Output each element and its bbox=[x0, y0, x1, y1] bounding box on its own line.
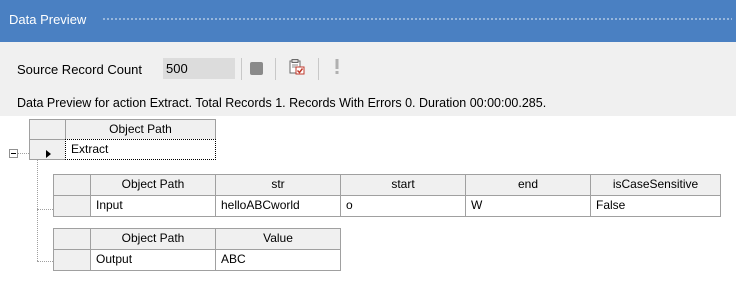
toolbar-separator bbox=[241, 58, 242, 80]
row-header-corner bbox=[53, 174, 91, 196]
table-cell-str[interactable]: helloABCworld bbox=[215, 195, 341, 217]
exclamation-icon[interactable] bbox=[333, 58, 341, 76]
root-row-cell[interactable]: Extract bbox=[65, 139, 216, 160]
column-header-object-path[interactable]: Object Path bbox=[90, 174, 216, 196]
toolbar-separator bbox=[275, 58, 276, 80]
row-header[interactable] bbox=[53, 249, 91, 271]
current-row-indicator-icon bbox=[46, 150, 51, 158]
toolbar: Source Record Count 500 bbox=[0, 42, 736, 92]
column-header-iscasesensitive[interactable]: isCaseSensitive bbox=[590, 174, 721, 196]
table-cell-object-path[interactable]: Output bbox=[90, 249, 216, 271]
row-header[interactable] bbox=[53, 195, 91, 217]
table-cell-value[interactable]: ABC bbox=[215, 249, 341, 271]
column-header-start[interactable]: start bbox=[340, 174, 466, 196]
title-grip[interactable] bbox=[102, 17, 732, 22]
panel-title: Data Preview bbox=[9, 12, 87, 27]
tree-connector bbox=[37, 209, 53, 210]
clipboard-check-icon[interactable] bbox=[288, 58, 306, 76]
column-header-end[interactable]: end bbox=[465, 174, 591, 196]
table-cell-end[interactable]: W bbox=[465, 195, 591, 217]
table-cell-start[interactable]: o bbox=[340, 195, 466, 217]
table-cell-iscasesensitive[interactable]: False bbox=[590, 195, 721, 217]
toolbar-separator bbox=[318, 58, 319, 80]
tree-connector bbox=[37, 261, 53, 262]
status-message: Data Preview for action Extract. Total R… bbox=[17, 96, 547, 110]
tree-connector bbox=[18, 153, 29, 154]
panel-title-bar: Data Preview bbox=[0, 0, 736, 42]
collapse-icon[interactable] bbox=[9, 149, 18, 158]
row-header-corner bbox=[53, 228, 91, 250]
table-cell-object-path[interactable]: Input bbox=[90, 195, 216, 217]
source-record-count-input[interactable]: 500 bbox=[163, 58, 235, 79]
tree-connector bbox=[37, 160, 38, 261]
column-header-str[interactable]: str bbox=[215, 174, 341, 196]
column-header-object-path[interactable]: Object Path bbox=[65, 119, 216, 140]
data-grid: Object Path Extract Object Path str star… bbox=[0, 116, 736, 299]
column-header-value[interactable]: Value bbox=[215, 228, 341, 250]
status-bar: Data Preview for action Extract. Total R… bbox=[0, 92, 736, 116]
column-header-object-path[interactable]: Object Path bbox=[90, 228, 216, 250]
stop-icon[interactable] bbox=[250, 62, 263, 75]
row-header-corner bbox=[29, 119, 66, 140]
source-record-count-label: Source Record Count bbox=[17, 62, 143, 77]
